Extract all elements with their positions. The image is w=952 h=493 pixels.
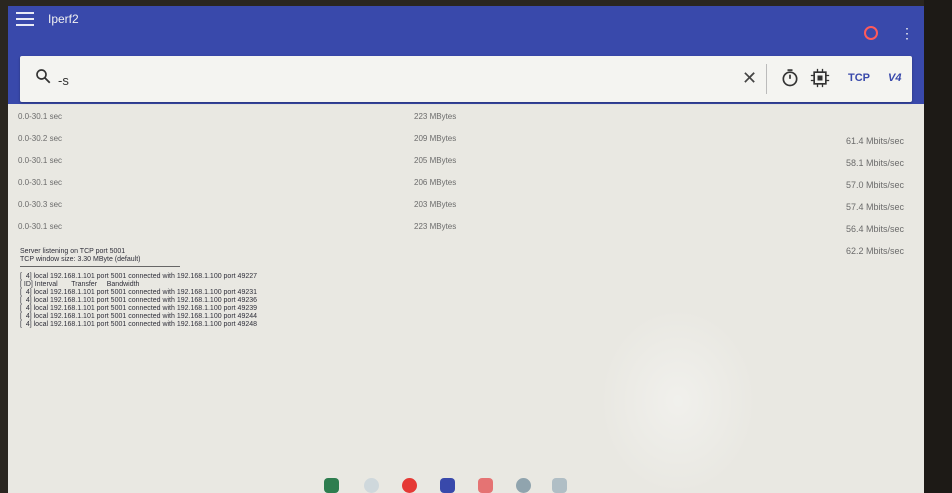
cpu-icon[interactable] [810, 68, 830, 88]
search-icon [36, 69, 51, 84]
result-row: 0.0-30.2 sec 209 MBytes 61.4 Mbits/sec [8, 130, 924, 152]
interval-value: 0.0-30.1 sec [18, 156, 63, 165]
console-line: [ 4] local 192.168.1.101 port 5001 conne… [20, 289, 258, 296]
menu-icon[interactable] [16, 12, 34, 26]
console-header-line: Server listening on TCP port 5001 [20, 248, 126, 255]
console-line: [ 4] local 192.168.1.101 port 5001 conne… [20, 305, 258, 312]
app-screen: Iperf2 ⋮ ✕ TCP V4 [8, 6, 924, 493]
dock-app-icon[interactable] [364, 478, 379, 493]
bandwidth-value: 62.2 Mbits/sec [845, 246, 904, 256]
transfer-value: 223 MBytes [414, 222, 457, 231]
result-row: 0.0-30.1 sec 205 MBytes 58.1 Mbits/sec [8, 152, 924, 174]
dock-app-icon[interactable] [516, 478, 531, 493]
console-line: [ 4] local 192.168.1.101 port 5001 conne… [20, 321, 258, 328]
ip-version-toggle[interactable]: V4 [888, 72, 901, 84]
interval-value: 0.0-30.2 sec [18, 134, 63, 143]
dock-app-icon[interactable] [478, 478, 493, 493]
close-icon[interactable]: ✕ [742, 68, 757, 89]
dock-app-icon[interactable] [402, 478, 417, 493]
console-line: [ 4] local 192.168.1.101 port 5001 conne… [20, 273, 258, 280]
interval-value: 0.0-30.1 sec [18, 178, 63, 187]
app-bar: Iperf2 ⋮ ✕ TCP V4 [8, 6, 924, 104]
console-output: Server listening on TCP port 5001 TCP wi… [20, 248, 380, 329]
interval-value: 0.0-30.1 sec [18, 112, 63, 121]
console-line: [ ID] Interval Transfer Bandwidth [20, 281, 140, 288]
console-separator [20, 266, 180, 267]
interval-value: 0.0-30.3 sec [18, 200, 63, 209]
dock-app-icon[interactable] [440, 478, 455, 493]
dock-app-icon[interactable] [324, 478, 339, 493]
bandwidth-value: 61.4 Mbits/sec [845, 136, 904, 146]
app-title: Iperf2 [48, 12, 79, 26]
interval-value: 0.0-30.1 sec [18, 222, 63, 231]
bandwidth-value: 57.0 Mbits/sec [845, 180, 904, 190]
screen-glare [598, 306, 758, 493]
result-row: 0.0-30.1 sec 206 MBytes 57.0 Mbits/sec [8, 174, 924, 196]
console-line: [ 4] local 192.168.1.101 port 5001 conne… [20, 313, 258, 320]
console-line: [ 4] local 192.168.1.101 port 5001 conne… [20, 297, 258, 304]
transfer-value: 206 MBytes [414, 178, 457, 187]
search-input[interactable] [58, 69, 618, 91]
console-header-line: TCP window size: 3.30 MByte (default) [20, 256, 141, 263]
bandwidth-value: 57.4 Mbits/sec [845, 202, 904, 212]
record-icon[interactable] [864, 26, 878, 40]
transfer-value: 223 MBytes [414, 112, 457, 121]
app-dock [314, 478, 574, 493]
transfer-value: 209 MBytes [414, 134, 457, 143]
timer-icon[interactable] [780, 68, 800, 88]
search-bar: ✕ TCP V4 [20, 56, 912, 102]
more-vert-icon[interactable]: ⋮ [900, 26, 914, 40]
transfer-value: 203 MBytes [414, 200, 457, 209]
toolbar-divider [766, 64, 767, 94]
transfer-value: 205 MBytes [414, 156, 457, 165]
device-bezel [924, 0, 952, 493]
bandwidth-value: 58.1 Mbits/sec [845, 158, 904, 168]
protocol-toggle[interactable]: TCP [848, 72, 870, 84]
dock-app-icon[interactable] [552, 478, 567, 493]
result-row: 0.0-30.3 sec 203 MBytes 57.4 Mbits/sec [8, 196, 924, 218]
result-row: 0.0-30.1 sec 223 MBytes 56.4 Mbits/sec [8, 218, 924, 240]
bandwidth-value: 56.4 Mbits/sec [845, 224, 904, 234]
result-row: 0.0-30.1 sec 223 MBytes [8, 108, 924, 130]
